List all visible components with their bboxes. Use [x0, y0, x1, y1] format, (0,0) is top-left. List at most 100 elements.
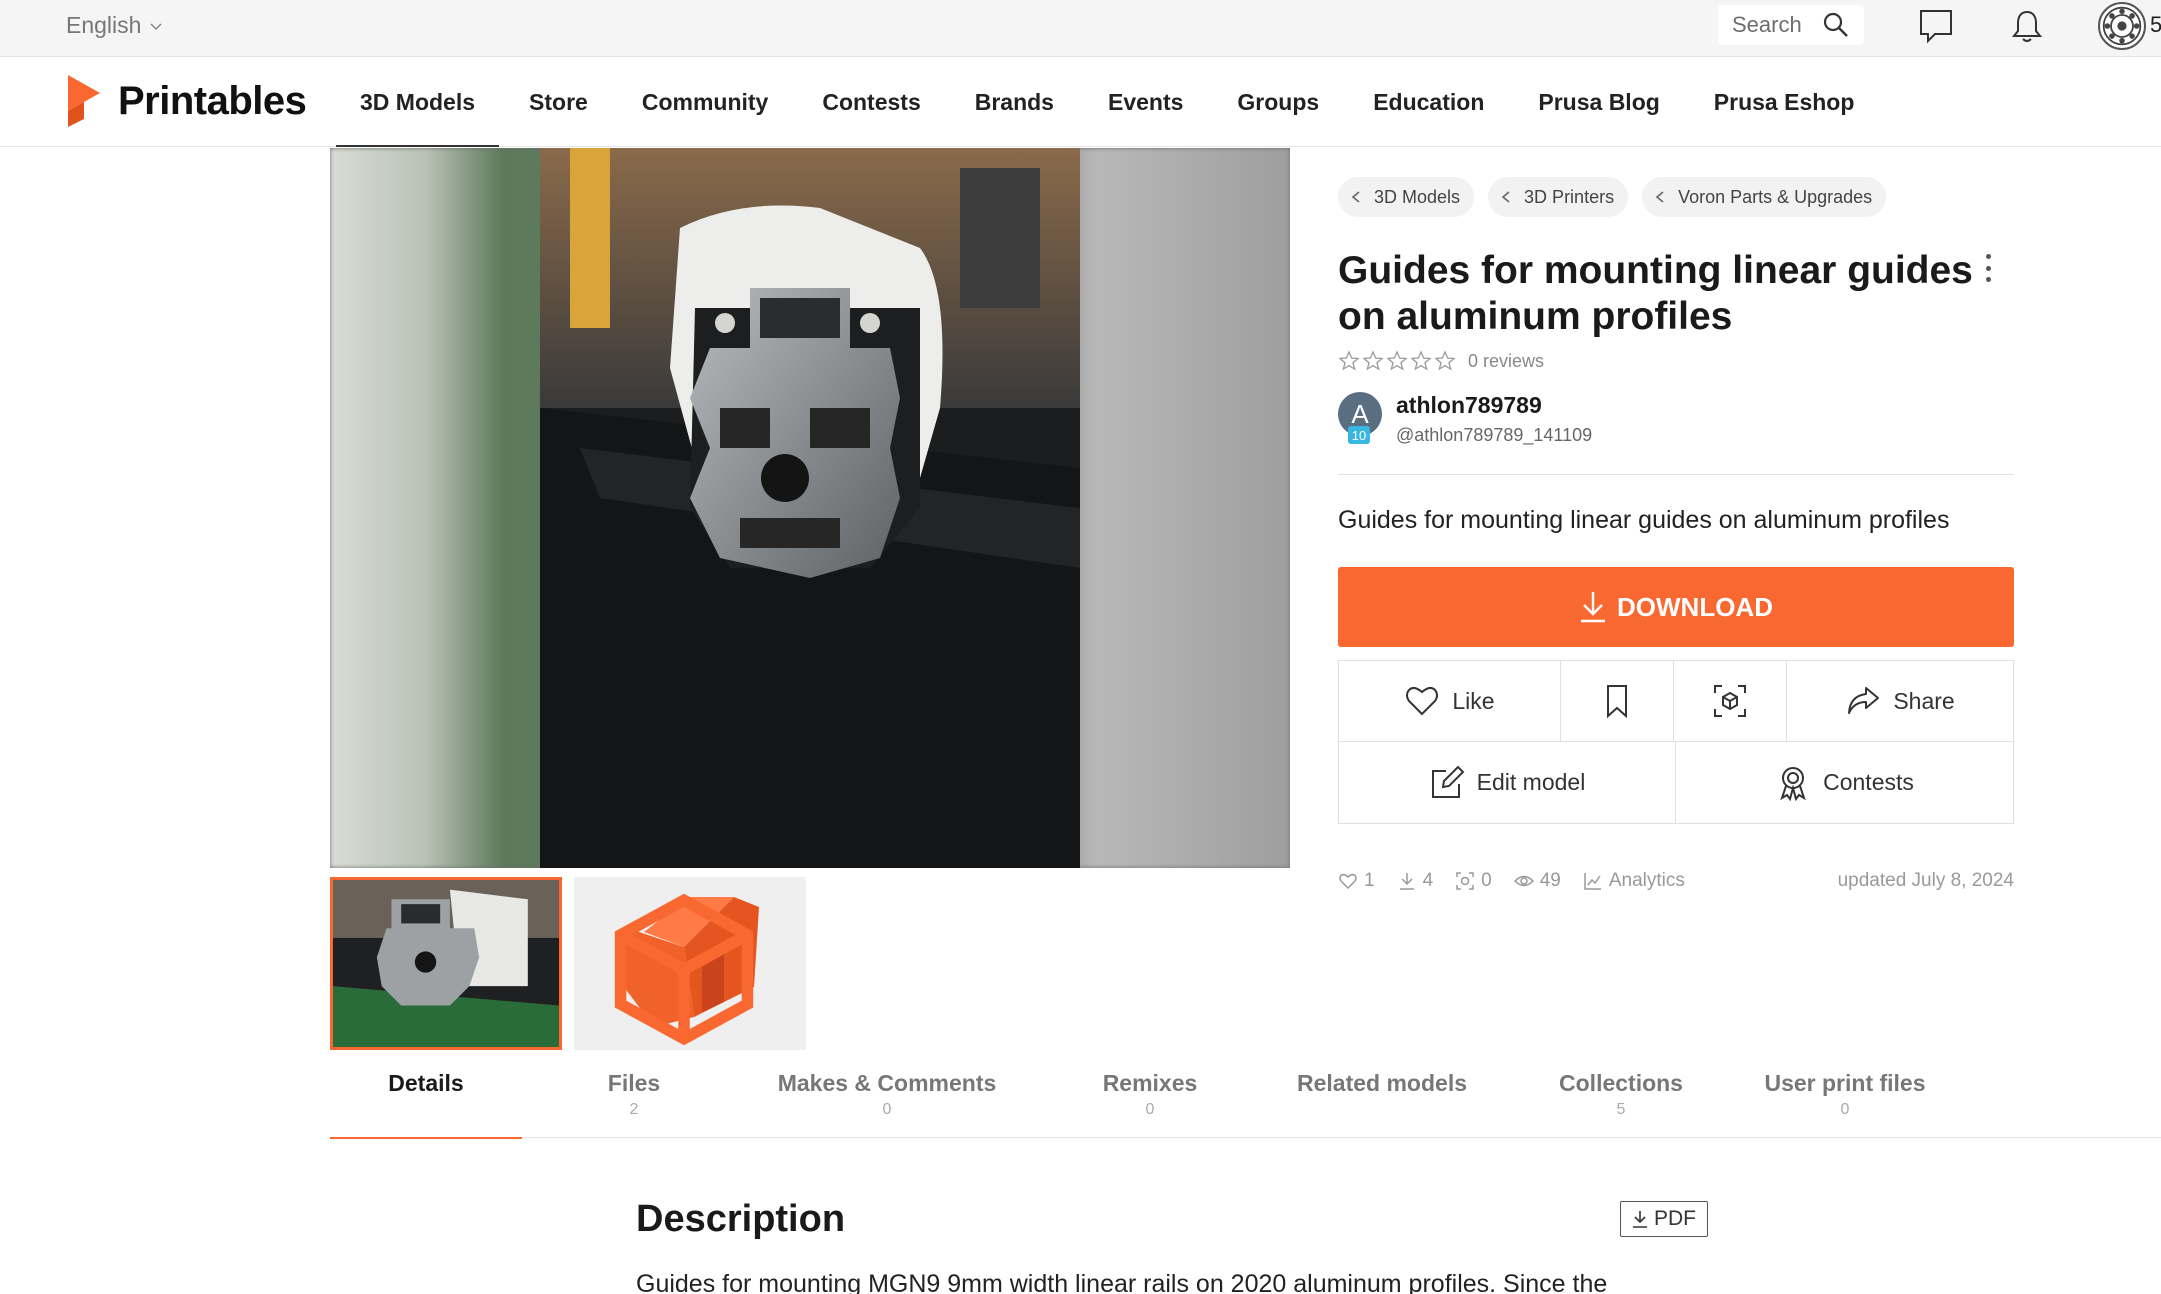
logo-text: Printables — [118, 78, 307, 123]
updated-date: updated July 8, 2024 — [1837, 870, 2014, 891]
likes-stat: 1 — [1338, 870, 1375, 892]
chevron-left-icon — [1351, 191, 1360, 203]
downloads-count: 4 — [1422, 870, 1434, 891]
tab-related-models[interactable]: Related models — [1264, 1070, 1500, 1138]
thumbnail-photo-image — [333, 880, 559, 1047]
download-icon — [1633, 1211, 1647, 1228]
heart-icon — [1339, 873, 1357, 890]
reviews-count[interactable]: 0 reviews — [1468, 351, 1544, 372]
language-label: English — [66, 12, 142, 38]
model-image-gallery[interactable] — [330, 148, 1290, 868]
pdf-label: PDF — [1654, 1207, 1696, 1230]
3d-model-badge-icon — [614, 893, 754, 1046]
avatar-pattern-icon — [2102, 6, 2142, 46]
breadcrumb-voron-parts[interactable]: Voron Parts & Upgrades — [1642, 177, 1887, 217]
divider — [1338, 474, 2014, 475]
avatar-badge-count: 5 — [2150, 12, 2161, 37]
chat-icon — [1920, 10, 1952, 44]
tab-collections[interactable]: Collections 5 — [1526, 1070, 1716, 1138]
tab-files[interactable]: Files 2 — [562, 1070, 706, 1138]
tab-count: 2 — [629, 1101, 639, 1118]
chevron-left-icon — [1501, 191, 1510, 203]
gallery-main-photo[interactable] — [540, 148, 1080, 868]
nav-item-education[interactable]: Education — [1349, 57, 1508, 147]
share-button[interactable]: Share — [1787, 661, 2013, 741]
author-avatar[interactable]: A 10 — [1338, 392, 1382, 444]
actions-row-2: Edit model Contests — [1339, 742, 2013, 823]
nav-item-brands[interactable]: Brands — [951, 57, 1078, 147]
breadcrumb-3d-models[interactable]: 3D Models — [1338, 177, 1475, 217]
share-label: Share — [1893, 687, 1955, 714]
nav-item-groups[interactable]: Groups — [1213, 57, 1343, 147]
model-actions: Like Share Edit model Contests — [1338, 660, 2014, 824]
star-icon — [1362, 350, 1384, 371]
analytics-label: Analytics — [1608, 870, 1685, 891]
tab-user-print-files[interactable]: User print files 0 — [1740, 1070, 1950, 1138]
notifications-button[interactable] — [2007, 6, 2047, 46]
edit-model-button[interactable]: Edit model — [1339, 742, 1676, 823]
bookmark-button[interactable] — [1561, 661, 1674, 741]
kebab-dot — [1985, 277, 1991, 282]
nav-item-prusa-blog[interactable]: Prusa Blog — [1514, 57, 1683, 147]
like-button[interactable]: Like — [1339, 661, 1561, 741]
author-card[interactable]: A 10 athlon789789 @athlon789789_141109 — [1338, 392, 1592, 446]
bookmark-icon — [1607, 685, 1627, 719]
author-name[interactable]: athlon789789 — [1396, 392, 1592, 419]
breadcrumb-label: 3D Printers — [1524, 186, 1615, 207]
analytics-icon — [1584, 873, 1601, 890]
breadcrumb-3d-printers[interactable]: 3D Printers — [1488, 177, 1629, 217]
nav-items: 3D Models Store Community Contests Brand… — [336, 57, 1884, 147]
star-icon — [1434, 350, 1456, 371]
breadcrumb-label: Voron Parts & Upgrades — [1678, 186, 1873, 207]
rating: 0 reviews — [1338, 350, 1544, 372]
language-selector[interactable]: English — [66, 12, 163, 39]
edit-icon — [1431, 765, 1465, 798]
author-handle: @athlon789789_141109 — [1396, 425, 1593, 445]
tab-label: Details — [388, 1070, 464, 1096]
like-label: Like — [1452, 687, 1495, 714]
downloads-stat: 4 — [1397, 870, 1434, 892]
pdf-download-button[interactable]: PDF — [1620, 1201, 1708, 1237]
printables-logo[interactable]: Printables — [64, 75, 307, 127]
tab-count: 0 — [1145, 1101, 1155, 1118]
nav-item-prusa-eshop[interactable]: Prusa Eshop — [1690, 57, 1879, 147]
search-icon — [1823, 12, 1848, 37]
download-button[interactable]: DOWNLOAD — [1338, 567, 2014, 647]
nav-item-events[interactable]: Events — [1084, 57, 1207, 147]
eye-icon — [1513, 875, 1534, 887]
star-icon — [1410, 350, 1432, 371]
analytics-link[interactable]: Analytics — [1583, 870, 1685, 892]
actions-row-1: Like Share — [1339, 661, 2013, 742]
star-rating — [1338, 350, 1456, 372]
award-icon — [1780, 766, 1806, 801]
nav-item-community[interactable]: Community — [618, 57, 793, 147]
user-avatar[interactable] — [2098, 2, 2146, 50]
ar-view-button[interactable] — [1674, 661, 1787, 741]
model-summary: Guides for mounting linear guides on alu… — [1338, 506, 1950, 534]
tab-label: Files — [607, 1070, 661, 1096]
model-tabs: Details Files 2 Makes & Comments 0 Remix… — [330, 1070, 2161, 1139]
messages-button[interactable] — [1916, 6, 1956, 46]
edit-model-label: Edit model — [1476, 769, 1586, 795]
search-box[interactable]: Search — [1718, 5, 1864, 45]
tab-remixes[interactable]: Remixes 0 — [1060, 1070, 1240, 1138]
nav-item-contests[interactable]: Contests — [798, 57, 944, 147]
tab-label: Remixes — [1102, 1070, 1198, 1096]
thumbnail-photo[interactable] — [330, 877, 562, 1050]
tab-count: 0 — [882, 1101, 892, 1118]
more-options-button[interactable] — [1975, 250, 2001, 286]
tab-makes-comments[interactable]: Makes & Comments 0 — [742, 1070, 1032, 1138]
tab-details[interactable]: Details — [330, 1070, 522, 1139]
contests-button[interactable]: Contests — [1676, 742, 2013, 823]
nav-item-store[interactable]: Store — [505, 57, 612, 147]
thumbnail-3d-render[interactable] — [574, 877, 806, 1050]
ar-cube-icon — [1714, 685, 1746, 717]
chevron-down-icon — [150, 22, 162, 30]
gallery-thumbnails — [330, 877, 806, 1050]
star-icon — [1338, 350, 1360, 371]
makes-stat: 0 — [1455, 870, 1492, 892]
download-icon — [1581, 592, 1605, 623]
views-count: 49 — [1539, 870, 1561, 891]
author-level-badge: 10 — [1348, 426, 1370, 444]
nav-item-3d-models[interactable]: 3D Models — [336, 57, 500, 147]
